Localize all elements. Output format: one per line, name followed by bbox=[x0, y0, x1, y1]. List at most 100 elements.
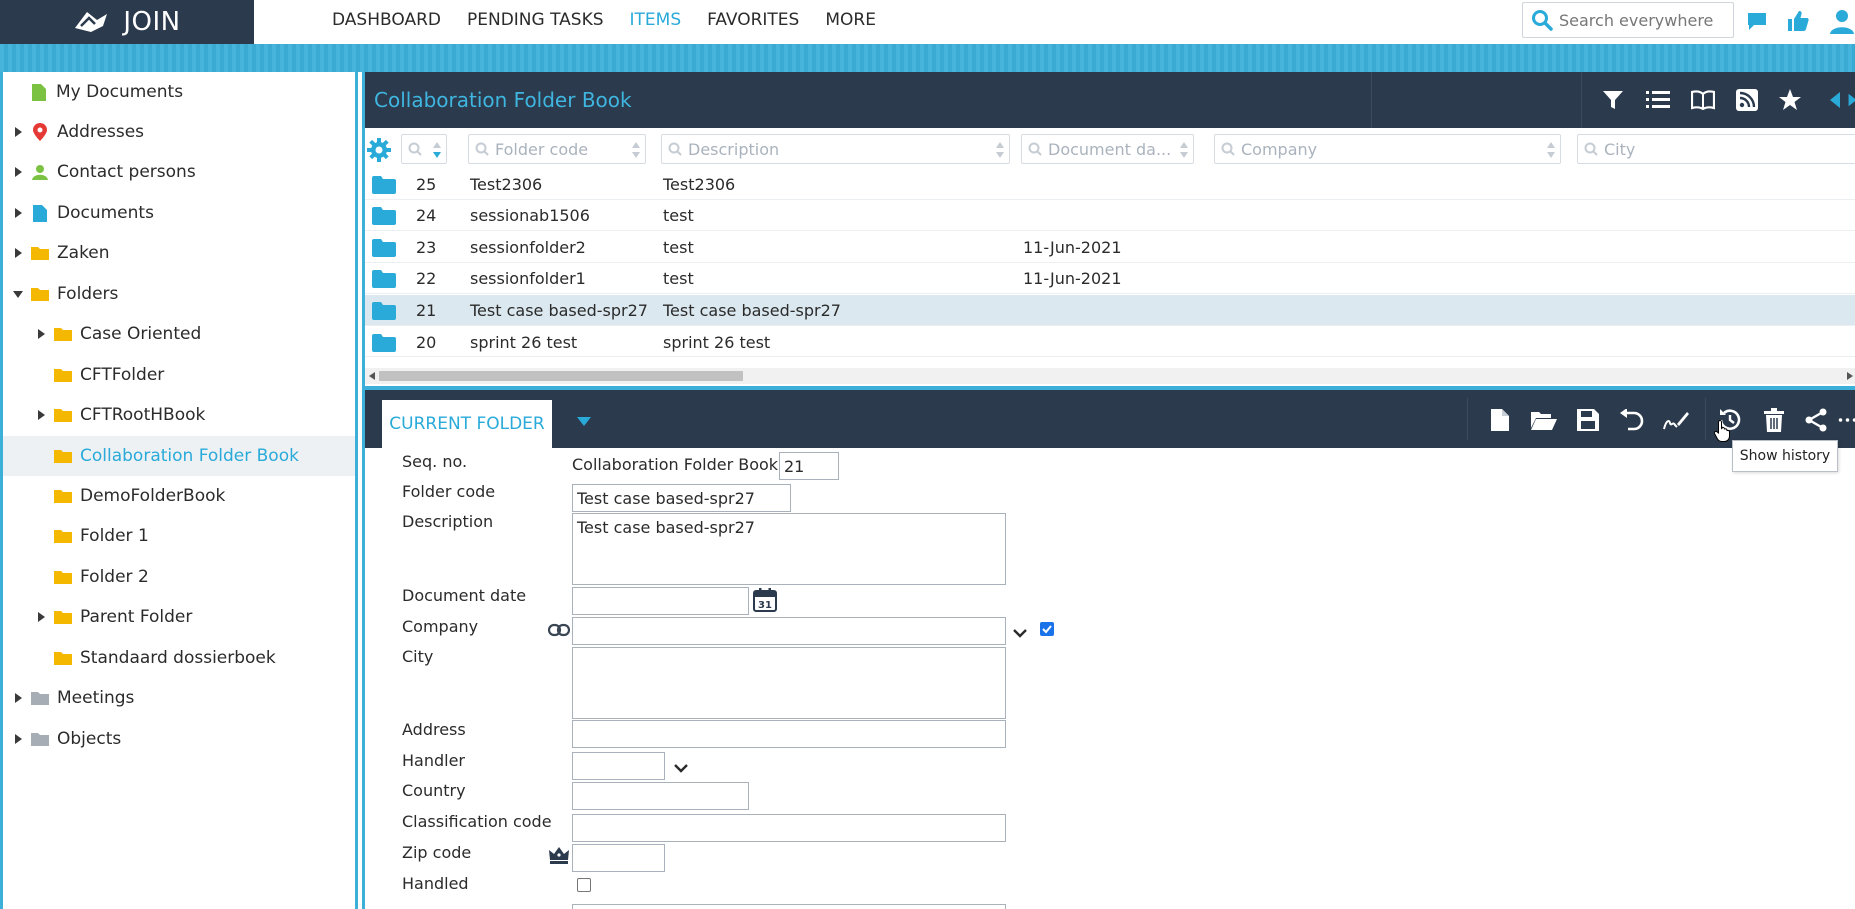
search-input[interactable] bbox=[1559, 10, 1729, 30]
zip-code-input[interactable] bbox=[572, 844, 665, 872]
sort-icon[interactable] bbox=[995, 140, 1005, 160]
nav-pending-tasks[interactable]: PENDING TASKS bbox=[467, 10, 604, 30]
delete-icon[interactable] bbox=[1759, 405, 1789, 435]
scroll-left-icon[interactable] bbox=[369, 372, 375, 380]
expand-arrow-icon[interactable] bbox=[36, 409, 46, 421]
sort-icon[interactable] bbox=[631, 140, 641, 160]
handler-input[interactable] bbox=[572, 752, 665, 780]
expand-arrow-icon[interactable] bbox=[36, 328, 46, 340]
classification-code-input[interactable] bbox=[572, 814, 1006, 842]
expand-arrow-icon[interactable] bbox=[13, 247, 23, 259]
new-document-icon[interactable] bbox=[1485, 405, 1515, 435]
star-icon[interactable] bbox=[1776, 86, 1804, 114]
document-date-input[interactable] bbox=[572, 587, 749, 615]
tree-label: Contact persons bbox=[57, 162, 196, 182]
tree-item-cftfolder[interactable]: CFTFolder bbox=[3, 357, 355, 393]
city-textarea[interactable] bbox=[572, 647, 1006, 719]
next-field-partial[interactable] bbox=[572, 904, 1006, 909]
filter-seq[interactable] bbox=[401, 134, 447, 164]
settings-gear-icon[interactable] bbox=[367, 138, 391, 162]
chevron-down-icon[interactable] bbox=[673, 759, 689, 773]
nav-dashboard[interactable]: DASHBOARD bbox=[332, 10, 441, 30]
tree-item-contact-persons[interactable]: Contact persons bbox=[3, 154, 355, 190]
sort-desc-icon[interactable] bbox=[432, 140, 442, 160]
table-row[interactable]: 23 sessionfolder2 test 11-Jun-2021 bbox=[365, 232, 1855, 263]
tree-item-folders[interactable]: Folders bbox=[3, 276, 355, 312]
open-folder-icon[interactable] bbox=[1529, 405, 1559, 435]
dropdown-triangle-icon[interactable] bbox=[575, 412, 593, 430]
app-logo[interactable]: JOIN bbox=[0, 0, 254, 44]
tree-item-cftroothbook[interactable]: CFTRootHBook bbox=[3, 397, 355, 433]
cell-folder-code: Test2306 bbox=[470, 175, 543, 194]
tree-item-addresses[interactable]: Addresses bbox=[3, 114, 355, 150]
tree-item-folder-2[interactable]: Folder 2 bbox=[3, 559, 355, 595]
tree-item-case-oriented[interactable]: Case Oriented bbox=[3, 316, 355, 352]
filter-city[interactable]: City bbox=[1577, 134, 1855, 164]
scrollbar-thumb[interactable] bbox=[379, 371, 743, 381]
company-checkbox[interactable] bbox=[1040, 622, 1054, 636]
tree-item-collaboration-folder-book[interactable]: Collaboration Folder Book bbox=[3, 436, 355, 476]
tree-item-demofolderbook[interactable]: DemoFolderBook bbox=[3, 478, 355, 514]
arrow-left-icon[interactable] bbox=[1821, 86, 1849, 114]
expand-arrow-icon[interactable] bbox=[13, 733, 23, 745]
seq-no-input[interactable] bbox=[779, 452, 839, 480]
nav-items[interactable]: ITEMS bbox=[630, 10, 682, 30]
link-icon[interactable] bbox=[547, 622, 571, 637]
filter-description[interactable]: Description bbox=[661, 134, 1010, 164]
nav-more[interactable]: MORE bbox=[825, 10, 876, 30]
tree-item-documents[interactable]: Documents bbox=[3, 195, 355, 231]
search-icon bbox=[1221, 142, 1235, 156]
description-textarea[interactable]: Test case based-spr27 bbox=[572, 513, 1006, 585]
sort-icon[interactable] bbox=[1179, 140, 1189, 160]
expand-arrow-icon[interactable] bbox=[13, 207, 23, 219]
tree-item-meetings[interactable]: Meetings bbox=[3, 680, 355, 716]
sign-icon[interactable] bbox=[1661, 405, 1691, 435]
share-icon[interactable] bbox=[1801, 405, 1831, 435]
folder-code-input[interactable] bbox=[572, 484, 791, 512]
table-row-selected[interactable]: 21 Test case based-spr27 Test case based… bbox=[365, 295, 1855, 326]
filter-folder-code[interactable]: Folder code bbox=[468, 134, 646, 164]
chevron-down-icon[interactable] bbox=[1012, 624, 1028, 638]
tree-item-standaard-dossierboek[interactable]: Standaard dossierboek bbox=[3, 640, 355, 676]
expand-arrow-icon[interactable] bbox=[36, 611, 46, 623]
sort-icon[interactable] bbox=[1546, 140, 1556, 160]
filter-document-date[interactable]: Document da... bbox=[1021, 134, 1194, 164]
tree-item-my-documents[interactable]: My Documents bbox=[3, 74, 355, 110]
save-icon[interactable] bbox=[1573, 405, 1603, 435]
tab-current-folder[interactable]: CURRENT FOLDER bbox=[382, 400, 552, 448]
user-icon[interactable] bbox=[1829, 8, 1855, 34]
expand-arrow-icon[interactable] bbox=[13, 126, 23, 138]
country-input[interactable] bbox=[572, 782, 749, 810]
scroll-right-icon[interactable] bbox=[1847, 372, 1853, 380]
address-input[interactable] bbox=[572, 720, 1006, 748]
table-row[interactable]: 24 sessionab1506 test bbox=[365, 200, 1855, 231]
list-view-icon[interactable] bbox=[1644, 86, 1672, 114]
book-icon[interactable] bbox=[1689, 86, 1717, 114]
undo-icon[interactable] bbox=[1617, 405, 1647, 435]
arrow-right-icon[interactable] bbox=[1847, 86, 1855, 114]
more-options-icon[interactable] bbox=[1837, 405, 1855, 435]
tree-item-folder-1[interactable]: Folder 1 bbox=[3, 518, 355, 554]
collapse-arrow-icon[interactable] bbox=[13, 288, 23, 300]
cell-document-date: 11-Jun-2021 bbox=[1023, 238, 1122, 257]
table-row[interactable]: 20 sprint 26 test sprint 26 test bbox=[365, 327, 1855, 357]
filter-icon[interactable] bbox=[1599, 86, 1627, 114]
handled-checkbox[interactable] bbox=[577, 878, 591, 892]
tree-item-objects[interactable]: Objects bbox=[3, 721, 355, 757]
company-input[interactable] bbox=[572, 617, 1006, 645]
horizontal-scrollbar[interactable] bbox=[365, 368, 1855, 384]
nav-favorites[interactable]: FAVORITES bbox=[707, 10, 799, 30]
chat-icon[interactable] bbox=[1744, 8, 1770, 34]
expand-arrow-icon[interactable] bbox=[13, 166, 23, 178]
global-search[interactable] bbox=[1522, 2, 1734, 38]
rss-icon[interactable] bbox=[1733, 86, 1761, 114]
tree-item-parent-folder[interactable]: Parent Folder bbox=[3, 599, 355, 635]
expand-arrow-icon[interactable] bbox=[13, 692, 23, 704]
filter-company[interactable]: Company bbox=[1214, 134, 1561, 164]
table-row[interactable]: 22 sessionfolder1 test 11-Jun-2021 bbox=[365, 263, 1855, 294]
calendar-icon[interactable]: 31 bbox=[753, 588, 777, 612]
table-row[interactable]: 25 Test2306 Test2306 bbox=[365, 169, 1855, 200]
tree-item-zaken[interactable]: Zaken bbox=[3, 235, 355, 271]
folder-icon bbox=[372, 302, 396, 320]
thumbs-up-icon[interactable] bbox=[1785, 8, 1811, 34]
